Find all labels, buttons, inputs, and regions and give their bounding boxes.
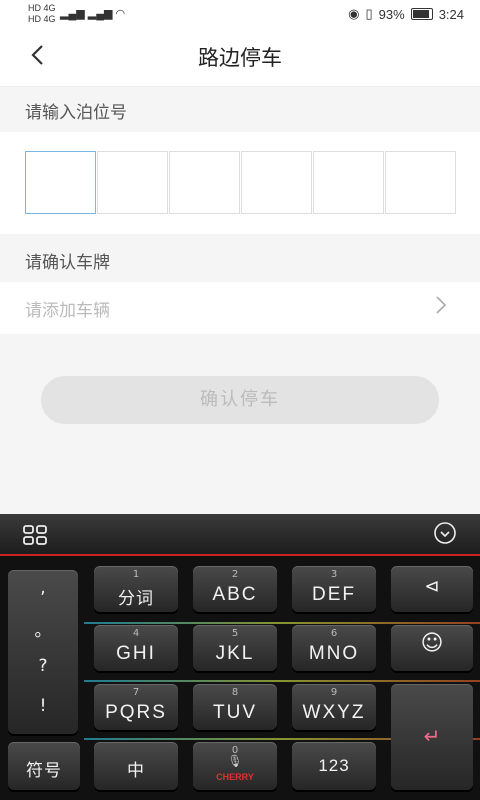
key-label: 分词	[118, 589, 154, 609]
microphone-icon: 🎙	[227, 754, 243, 768]
grid-menu-icon[interactable]	[22, 524, 56, 548]
vehicle-placeholder: 请添加车辆	[25, 301, 110, 321]
battery-percent: 93%	[378, 6, 405, 22]
number-mode-key[interactable]: 123	[292, 742, 376, 790]
keyboard-toolbar	[0, 514, 480, 556]
key-number: 9	[330, 687, 338, 698]
key-label: PQRS	[105, 702, 167, 723]
berth-number-input	[0, 132, 480, 234]
key-3[interactable]: 3 DEF	[292, 566, 376, 612]
confirm-parking-button[interactable]: 确认停车	[41, 376, 439, 424]
chinese-mode-key[interactable]: 中	[94, 742, 178, 790]
eye-icon: ◉	[348, 6, 360, 21]
key-label: JKL	[215, 643, 255, 664]
sim1-indicator: HD 4G	[28, 3, 56, 13]
key-2[interactable]: 2 ABC	[193, 566, 277, 612]
key-label: 123	[318, 756, 350, 775]
status-bar: HD 4G HD 4G ▂▄▆ ▂▄▆ ◠ ◉ ▯ 93% 3:24	[0, 0, 480, 28]
add-vehicle-row[interactable]: 请添加车辆	[0, 282, 480, 334]
key-number: 8	[231, 687, 239, 698]
berth-digit-box[interactable]	[313, 151, 384, 214]
key-label: WXYZ	[302, 702, 366, 723]
key-label: 符号	[26, 761, 62, 781]
clock: 3:24	[438, 6, 464, 22]
navigation-bar: 路边停车	[0, 28, 480, 87]
symbol-key[interactable]: 符号	[8, 742, 80, 790]
key-label: GHI	[116, 643, 156, 664]
chevron-right-icon	[434, 294, 448, 322]
key-number: 4	[132, 628, 140, 639]
vehicle-label: 请确认车牌	[25, 253, 110, 273]
key-label: ABC	[212, 584, 258, 605]
key-number: 7	[132, 687, 140, 698]
sim2-indicator: HD 4G	[28, 14, 56, 24]
punct-period: 。	[34, 621, 52, 641]
key-8[interactable]: 8 TUV	[193, 684, 277, 730]
key-number: 6	[330, 628, 338, 639]
brand-logo: CHERRY	[216, 772, 254, 782]
punct-comma: ,	[40, 578, 46, 598]
key-6[interactable]: 6 MNO	[292, 625, 376, 671]
smiley-icon: ☺	[420, 631, 444, 656]
page-title: 路边停车	[198, 46, 282, 70]
key-7[interactable]: 7 PQRS	[94, 684, 178, 730]
berth-digit-box[interactable]	[385, 151, 456, 214]
key-1[interactable]: 1 分词	[94, 566, 178, 612]
status-right: ◉ ▯ 93% 3:24	[348, 6, 464, 22]
keyboard: , 。 ? ! 1 分词 2 ABC 3 DEF ⊲ 4 GHI 5 JKL 6…	[0, 514, 480, 800]
backspace-key[interactable]: ⊲	[391, 566, 473, 612]
key-4[interactable]: 4 GHI	[94, 625, 178, 671]
berth-digit-box[interactable]	[25, 151, 96, 214]
berth-digit-box[interactable]	[97, 151, 168, 214]
key-label: 中	[127, 761, 145, 781]
battery-icon	[410, 8, 433, 20]
signal-bars-icon: ▂▄▆ ▂▄▆ ◠	[60, 8, 126, 20]
backspace-icon: ⊲	[424, 576, 440, 597]
key-number: 2	[231, 569, 239, 580]
berth-digit-box[interactable]	[169, 151, 240, 214]
emoji-key[interactable]: ☺	[391, 625, 473, 671]
hide-keyboard-icon[interactable]	[430, 520, 460, 550]
key-5[interactable]: 5 JKL	[193, 625, 277, 671]
enter-icon: ↵	[423, 724, 441, 748]
enter-key[interactable]: ↵	[391, 684, 473, 790]
signal-indicators: HD 4G HD 4G	[28, 4, 56, 24]
key-9[interactable]: 9 WXYZ	[292, 684, 376, 730]
punctuation-key[interactable]: , 。 ? !	[8, 570, 78, 734]
key-label: TUV	[213, 702, 257, 723]
vibrate-icon: ▯	[365, 6, 373, 21]
punct-question: ?	[38, 656, 48, 676]
key-label: DEF	[312, 584, 356, 605]
key-label: MNO	[308, 643, 360, 664]
glow-line	[84, 680, 480, 682]
glow-line	[84, 622, 480, 624]
berth-digit-box[interactable]	[241, 151, 312, 214]
key-number: 1	[132, 569, 140, 580]
key-number: 5	[231, 628, 239, 639]
space-key[interactable]: 0 🎙 CHERRY	[193, 742, 277, 790]
key-number: 3	[330, 569, 338, 580]
plate-label: 请输入泊位号	[25, 103, 127, 123]
punct-exclaim: !	[39, 696, 47, 716]
